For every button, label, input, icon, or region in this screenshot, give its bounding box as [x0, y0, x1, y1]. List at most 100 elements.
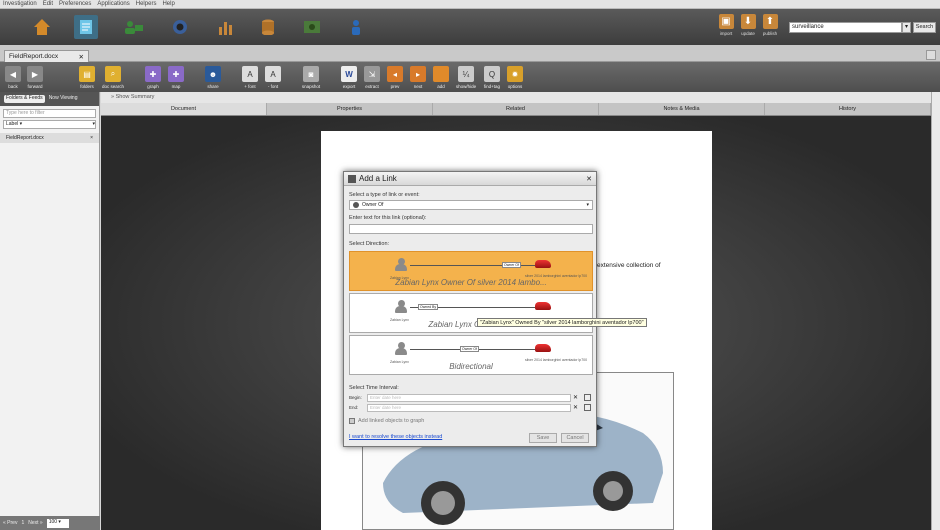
share-icon: ☻	[205, 66, 221, 82]
search-dropdown-icon[interactable]: ▾	[902, 22, 911, 33]
tab-properties[interactable]: Properties	[267, 103, 433, 115]
menu-edit[interactable]: Edit	[43, 1, 53, 7]
resolve-objects-link[interactable]: I want to resolve these objects instead	[349, 434, 442, 440]
globe-icon[interactable]	[168, 15, 192, 39]
link-label: Owned By	[418, 304, 439, 310]
link-text-input[interactable]	[349, 224, 593, 234]
forward-button[interactable]: ▶ forward	[22, 66, 48, 89]
link-type-value: Owner Of	[362, 202, 384, 208]
arrow-down-icon: ⬇	[740, 14, 756, 29]
graph-icon: ✚	[145, 66, 161, 82]
money-icon[interactable]	[300, 15, 324, 39]
close-icon[interactable]: ×	[90, 135, 93, 141]
page-number: 1	[21, 520, 25, 526]
prev-icon: ◂	[387, 66, 403, 82]
show-summary-link[interactable]: » Show Summary	[101, 92, 931, 103]
options-button[interactable]: ✹ options	[502, 66, 528, 89]
document-view-tabs: Document Properties Related Notes & Medi…	[101, 103, 931, 116]
link-type-select[interactable]: Owner Of ▾	[349, 200, 593, 210]
direction-caption: Bidirectional	[449, 362, 493, 371]
pagination-bar: « Prev 1 Next » 100 ▾	[0, 516, 100, 530]
update-button[interactable]: ⬇ update	[739, 14, 757, 40]
calendar-icon[interactable]	[584, 394, 591, 401]
label-select-value: Label ▾	[6, 121, 23, 127]
menu-applications[interactable]: Applications	[97, 1, 129, 7]
import-icon: ▣	[718, 14, 734, 29]
car-icon	[535, 344, 551, 352]
label-select[interactable]: Label ▾ ▾	[3, 120, 96, 129]
add-linked-checkbox[interactable]	[349, 418, 355, 424]
close-icon[interactable]: ✕	[586, 175, 592, 183]
end-date-input[interactable]: Enter date here	[367, 404, 571, 412]
show-hide-button[interactable]: ¼ show/hide	[453, 66, 479, 89]
menu-help[interactable]: Help	[162, 1, 174, 7]
map-button[interactable]: ✚ map	[163, 66, 189, 89]
forward-icon: ▶	[27, 66, 43, 82]
people-icon[interactable]	[122, 15, 146, 39]
maximize-icon[interactable]	[926, 50, 936, 60]
menu-helpers[interactable]: Helpers	[136, 1, 157, 7]
font-increase-icon: A	[242, 66, 258, 82]
list-item-label: FieldReport.docx	[6, 135, 44, 141]
document-tab[interactable]: FieldReport.docx ✕	[4, 50, 89, 62]
car-icon	[535, 302, 551, 310]
clear-icon[interactable]: ✕	[573, 394, 578, 401]
doc-search-button[interactable]: ⌕ doc search	[100, 66, 126, 89]
back-icon: ◀	[5, 66, 21, 82]
document-toolbar: ◀ back ▶ forward ▤ folders ⌕ doc search ✚ gra…	[0, 62, 940, 92]
direction-option-forward[interactable]: Zabian Lynx Owner Of silver 2014 lamborg…	[349, 251, 593, 291]
search-input[interactable]: surveillance	[789, 22, 902, 33]
direction-label: Select Direction:	[349, 241, 390, 247]
link-icon	[348, 174, 356, 183]
show-hide-icon: ¼	[458, 66, 474, 82]
direction-tooltip: "Zabian Lynx" Owned By "silver 2014 lamb…	[477, 318, 647, 327]
tab-notes-media[interactable]: Notes & Media	[599, 103, 765, 115]
list-item[interactable]: FieldReport.docx ×	[0, 133, 99, 143]
next-page-link[interactable]: Next »	[28, 520, 42, 526]
share-button[interactable]: ☻ share	[200, 66, 226, 89]
filter-input[interactable]: Type here to filter	[3, 109, 96, 118]
tab-related[interactable]: Related	[433, 103, 599, 115]
direction-option-bidirectional[interactable]: Zabian Lynx Owner Of silver 2014 lamborg…	[349, 335, 593, 375]
cancel-button[interactable]: Cancel	[561, 433, 589, 443]
tab-history[interactable]: History	[765, 103, 931, 115]
menu-investigation[interactable]: Investigation	[3, 1, 37, 7]
car-icon	[535, 260, 551, 268]
decrease-font-button[interactable]: A- font	[260, 66, 286, 89]
left-panel: Folders & Feeds Now Viewing Type here to…	[0, 92, 100, 530]
tab-folders-feeds[interactable]: Folders & Feeds	[4, 95, 45, 103]
folder-icon: ▤	[79, 66, 95, 82]
bar-chart-icon[interactable]	[213, 15, 237, 39]
add-linked-label: Add linked objects to graph	[358, 418, 425, 424]
snapshot-button[interactable]: ◙ snapshot	[298, 66, 324, 89]
menu-preferences[interactable]: Preferences	[59, 1, 91, 7]
search-button[interactable]: Search	[913, 22, 936, 33]
prev-page-link[interactable]: « Prev	[3, 520, 17, 526]
time-interval-label: Select Time Interval:	[349, 385, 399, 391]
database-icon[interactable]	[256, 15, 280, 39]
dialog-title: Add a Link	[359, 174, 397, 183]
home-icon[interactable]	[30, 15, 54, 39]
begin-date-input[interactable]: Enter date here	[367, 394, 571, 402]
chevron-down-icon: ▾	[586, 202, 589, 208]
document-app-icon[interactable]	[74, 15, 98, 39]
direction-option-reverse[interactable]: Zabian Lynx Owned By Zabian Lynx Owned B…	[349, 293, 593, 333]
save-button[interactable]: Save	[529, 433, 557, 443]
extract-icon: ⇲	[364, 66, 380, 82]
vertical-scrollbar[interactable]	[931, 92, 940, 530]
camera-icon: ◙	[303, 66, 319, 82]
page-size-select[interactable]: 100 ▾	[46, 518, 69, 528]
person-icon	[395, 300, 407, 314]
add-button[interactable]: add	[428, 66, 454, 89]
import-button[interactable]: ▣ import	[717, 14, 735, 40]
clear-icon[interactable]: ✕	[573, 404, 578, 411]
tab-now-viewing[interactable]: Now Viewing	[49, 95, 78, 103]
publish-button[interactable]: ⬆ publish	[761, 14, 779, 40]
folders-button[interactable]: ▤ folders	[74, 66, 100, 89]
tab-document[interactable]: Document	[101, 103, 267, 115]
person-icon[interactable]	[344, 15, 368, 39]
close-icon[interactable]: ✕	[79, 53, 84, 61]
person-icon	[395, 342, 407, 356]
calendar-icon[interactable]	[584, 404, 591, 411]
doc-search-icon: ⌕	[105, 66, 121, 82]
